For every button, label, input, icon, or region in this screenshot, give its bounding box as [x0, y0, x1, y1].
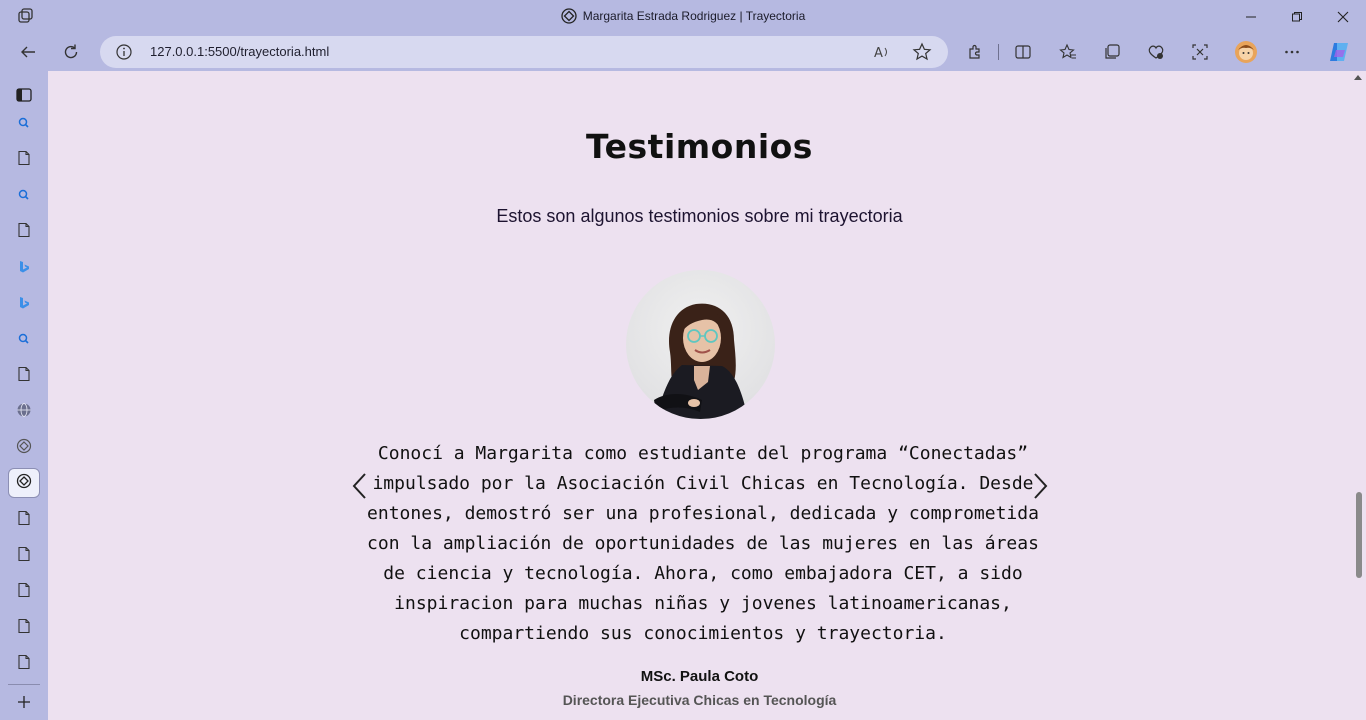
tab-document-6[interactable]: [8, 577, 40, 607]
browser-essentials-icon[interactable]: [1141, 37, 1171, 67]
extensions-icon[interactable]: [960, 37, 990, 67]
split-screen-icon[interactable]: [1008, 37, 1038, 67]
page-scrollbar[interactable]: [1351, 71, 1366, 720]
tab-document-4[interactable]: [8, 505, 40, 535]
new-tab-button[interactable]: [8, 689, 40, 719]
search-icon: [17, 115, 31, 134]
globe-icon: [16, 402, 32, 422]
toolbar-divider: [998, 44, 999, 60]
document-icon: [16, 510, 32, 530]
scrollbar-thumb[interactable]: [1356, 492, 1362, 578]
web-page: Testimonios Estos son algunos testimonio…: [48, 71, 1351, 720]
tab-document-3[interactable]: [8, 361, 40, 391]
scroll-up-arrow[interactable]: [1354, 75, 1362, 80]
site-icon: [561, 8, 577, 24]
favorites-icon[interactable]: [1053, 37, 1083, 67]
search-icon: [17, 187, 31, 206]
collections-icon[interactable]: [1097, 37, 1127, 67]
document-icon: [16, 582, 32, 602]
tab-document-1[interactable]: [8, 145, 40, 175]
section-title: Testimonios: [586, 127, 813, 166]
tab-search-3[interactable]: [8, 325, 40, 355]
document-icon: [16, 654, 32, 674]
profile-avatar[interactable]: [1231, 37, 1261, 67]
restore-button[interactable]: [1274, 0, 1320, 33]
url-text[interactable]: 127.0.0.1:5500/trayectoria.html: [150, 44, 329, 59]
screenshot-icon[interactable]: [1185, 37, 1215, 67]
tab-document-8[interactable]: [8, 649, 40, 679]
bing-icon: [17, 259, 31, 278]
tab-site-1[interactable]: [8, 433, 40, 463]
next-testimonial-button[interactable]: [1031, 472, 1049, 500]
more-options-icon[interactable]: [1277, 37, 1307, 67]
testimonial-quote: Conocí a Margarita como estudiante del p…: [367, 443, 1039, 644]
vertical-tabs-sidebar: [0, 71, 48, 720]
address-bar[interactable]: 127.0.0.1:5500/trayectoria.html A: [100, 36, 948, 68]
title-bar: Margarita Estrada Rodriguez | Trayectori…: [0, 0, 1366, 33]
minimize-button[interactable]: [1228, 0, 1274, 33]
document-icon: [16, 546, 32, 566]
read-aloud-icon[interactable]: A: [872, 42, 892, 62]
favorite-star-icon[interactable]: [912, 42, 932, 62]
tab-site-active[interactable]: [8, 468, 40, 498]
svg-text:A: A: [874, 46, 883, 61]
sidebar-divider: [8, 684, 40, 685]
close-button[interactable]: [1320, 0, 1366, 33]
testimonial-role: Directora Ejecutiva Chicas en Tecnología: [562, 692, 837, 708]
tab-bing-2[interactable]: [8, 289, 40, 319]
document-icon: [16, 222, 32, 242]
tab-actions-button[interactable]: [8, 80, 40, 110]
testimonial-author: MSc. Paula Coto: [640, 668, 759, 685]
document-icon: [16, 150, 32, 170]
info-icon[interactable]: [116, 44, 132, 64]
tab-globe[interactable]: [8, 397, 40, 427]
bing-icon: [17, 295, 31, 314]
tab-document-7[interactable]: [8, 613, 40, 643]
plus-icon: [16, 694, 32, 714]
browser-toolbar: 127.0.0.1:5500/trayectoria.html A: [0, 33, 1366, 71]
tab-search-1[interactable]: [8, 109, 40, 139]
document-icon: [16, 366, 32, 386]
section-subtitle: Estos son algunos testimonios sobre mi t…: [496, 206, 903, 226]
copilot-icon[interactable]: [1324, 37, 1354, 67]
testimonial-photo: [626, 270, 775, 419]
window-title: Margarita Estrada Rodriguez | Trayectori…: [0, 8, 1366, 24]
document-icon: [16, 618, 32, 638]
tab-document-2[interactable]: [8, 217, 40, 247]
site-icon: [16, 438, 32, 458]
tab-bing-1[interactable]: [8, 253, 40, 283]
search-icon: [17, 331, 31, 350]
back-button[interactable]: [13, 37, 43, 67]
refresh-button[interactable]: [56, 37, 86, 67]
tab-document-5[interactable]: [8, 541, 40, 571]
tab-search-2[interactable]: [8, 181, 40, 211]
site-icon: [16, 473, 32, 493]
window-title-text: Margarita Estrada Rodriguez | Trayectori…: [582, 9, 806, 23]
